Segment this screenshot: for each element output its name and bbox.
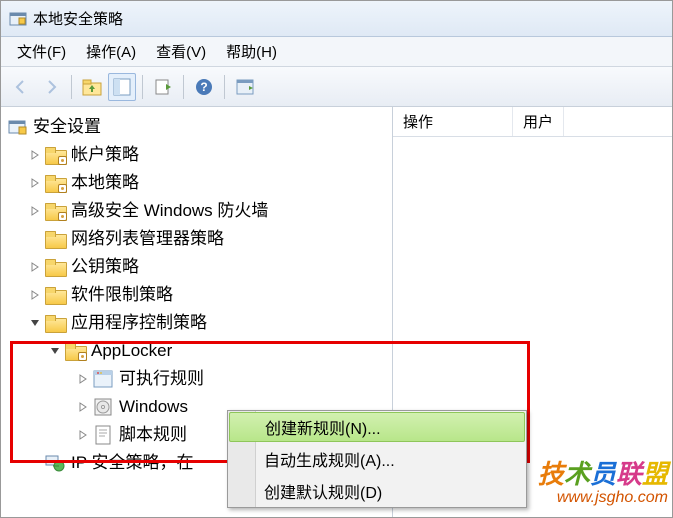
tree-item-exe-rules[interactable]: 可执行规则 <box>3 365 392 393</box>
tree-label: AppLocker <box>91 337 172 365</box>
tree-item-app-control[interactable]: 应用程序控制策略 <box>3 309 392 337</box>
watermark-brand: 技术员联盟 <box>538 454 668 491</box>
expander-icon[interactable] <box>27 203 43 219</box>
menu-item-label: 创建新规则(N)... <box>265 415 381 439</box>
tree-label: 网络列表管理器策略 <box>71 225 224 253</box>
menu-action[interactable]: 操作(A) <box>76 37 146 66</box>
ip-security-icon <box>45 453 65 473</box>
tree-label: Windows <box>119 393 188 421</box>
menu-file[interactable]: 文件(F) <box>7 37 76 66</box>
context-menu-auto-gen[interactable]: 自动生成规则(A)... <box>228 443 526 475</box>
menu-item-label: 自动生成规则(A)... <box>264 447 395 471</box>
toolbar-separator <box>183 75 184 99</box>
nav-back-button[interactable] <box>7 73 35 101</box>
right-header: 操作 用户 <box>393 107 672 137</box>
expander-icon[interactable] <box>75 427 91 443</box>
app-icon <box>9 10 27 28</box>
script-icon <box>93 425 113 445</box>
expander-icon[interactable] <box>27 287 43 303</box>
tree-item-local-policy[interactable]: 本地策略 <box>3 169 392 197</box>
menu-view[interactable]: 查看(V) <box>146 37 216 66</box>
folder-icon <box>45 285 65 305</box>
context-menu-create-new[interactable]: 创建新规则(N)... <box>229 412 525 442</box>
folder-icon <box>45 257 65 277</box>
menu-item-label: 创建默认规则(D) <box>264 479 382 503</box>
toolbar: ? <box>1 67 672 107</box>
tree-item-firewall[interactable]: 高级安全 Windows 防火墙 <box>3 197 392 225</box>
expander-open-icon[interactable] <box>47 343 63 359</box>
tree-label: 安全设置 <box>33 113 101 141</box>
expander-spacer <box>27 231 43 247</box>
expander-spacer <box>27 455 43 471</box>
column-header-action[interactable]: 操作 <box>393 107 513 136</box>
export-button[interactable] <box>149 73 177 101</box>
watermark-url: www.jsgho.com <box>538 489 668 507</box>
titlebar: 本地安全策略 <box>1 1 672 37</box>
tree-label: 脚本规则 <box>119 421 187 449</box>
menubar: 文件(F) 操作(A) 查看(V) 帮助(H) <box>1 37 672 67</box>
tree-label: 公钥策略 <box>71 253 139 281</box>
folder-icon <box>45 173 65 193</box>
expander-icon[interactable] <box>75 371 91 387</box>
tree-item-public-key[interactable]: 公钥策略 <box>3 253 392 281</box>
security-settings-icon <box>7 117 27 137</box>
watermark: 技术员联盟 www.jsgho.com <box>538 454 668 507</box>
expander-icon[interactable] <box>27 175 43 191</box>
tree-label: 本地策略 <box>71 169 139 197</box>
window-title: 本地安全策略 <box>33 8 123 29</box>
main-window: 本地安全策略 文件(F) 操作(A) 查看(V) 帮助(H) ? 安全设置 <box>0 0 673 518</box>
toolbar-separator <box>224 75 225 99</box>
folder-icon <box>45 201 65 221</box>
disc-icon <box>93 397 113 417</box>
tree-item-account-policy[interactable]: 帐户策略 <box>3 141 392 169</box>
tree-label: 软件限制策略 <box>71 281 173 309</box>
tree-view-button[interactable] <box>108 73 136 101</box>
tree-label: 可执行规则 <box>119 365 204 393</box>
tree-label: IP 安全策略，在 <box>71 449 193 477</box>
column-header-user[interactable]: 用户 <box>513 107 564 136</box>
help-button[interactable]: ? <box>190 73 218 101</box>
folder-icon <box>65 341 85 361</box>
up-folder-button[interactable] <box>78 73 106 101</box>
context-menu: 创建新规则(N)... 自动生成规则(A)... 创建默认规则(D) <box>227 410 527 508</box>
menu-help[interactable]: 帮助(H) <box>216 37 287 66</box>
nav-forward-button[interactable] <box>37 73 65 101</box>
tree-label: 高级安全 Windows 防火墙 <box>71 197 268 225</box>
toolbar-separator <box>71 75 72 99</box>
toolbar-separator <box>142 75 143 99</box>
svg-text:?: ? <box>200 80 207 94</box>
expander-icon[interactable] <box>27 259 43 275</box>
expander-icon[interactable] <box>27 147 43 163</box>
tree-label: 帐户策略 <box>71 141 139 169</box>
expander-open-icon[interactable] <box>27 315 43 331</box>
window-icon <box>93 369 113 389</box>
tree-item-network-list[interactable]: 网络列表管理器策略 <box>3 225 392 253</box>
properties-button[interactable] <box>231 73 259 101</box>
expander-icon[interactable] <box>75 399 91 415</box>
tree-label: 应用程序控制策略 <box>71 309 207 337</box>
folder-icon <box>45 313 65 333</box>
tree-item-applocker[interactable]: AppLocker <box>3 337 392 365</box>
tree-root[interactable]: 安全设置 <box>3 113 392 141</box>
folder-icon <box>45 229 65 249</box>
folder-icon <box>45 145 65 165</box>
tree-item-software-restriction[interactable]: 软件限制策略 <box>3 281 392 309</box>
context-menu-create-default[interactable]: 创建默认规则(D) <box>228 475 526 507</box>
